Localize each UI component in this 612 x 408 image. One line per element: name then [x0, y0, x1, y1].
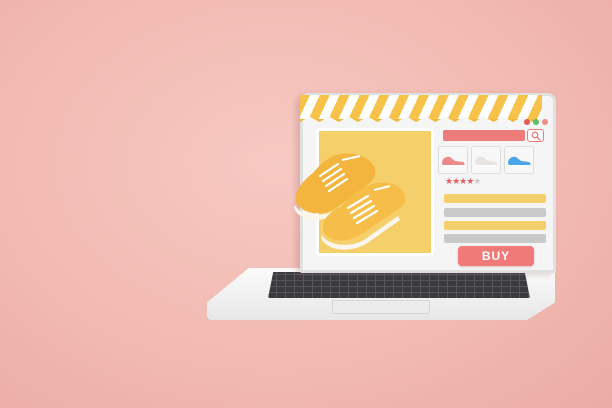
thumbnail-white-sneaker[interactable]: [471, 146, 501, 174]
info-bar-yellow: [444, 194, 546, 203]
info-bar-yellow: [444, 221, 546, 230]
search-input[interactable]: [443, 130, 525, 141]
green-dot-icon: [533, 119, 539, 125]
shop-awning: [300, 95, 542, 122]
product-thumbnails: [438, 146, 534, 174]
pink-dot-icon: [542, 119, 548, 125]
sneakers-image: [294, 153, 406, 250]
thumbnail-blue-sneaker[interactable]: [504, 146, 534, 174]
sneaker-icon: [508, 156, 531, 167]
star-rating: ★★★★★: [445, 176, 481, 186]
info-bar-gray: [444, 234, 546, 243]
search-icon: [531, 131, 541, 141]
red-dot-icon: [524, 119, 530, 125]
search-button[interactable]: [527, 129, 544, 142]
buy-button[interactable]: BUY: [458, 246, 534, 266]
scene: ★★★★★ BUY: [0, 0, 612, 408]
info-bar-gray: [444, 208, 546, 217]
sneaker-icon: [475, 156, 498, 167]
window-dots: [524, 119, 548, 125]
sneaker-icon: [442, 156, 465, 167]
thumbnail-pink-sneaker[interactable]: [438, 146, 468, 174]
laptop-keyboard: [268, 272, 530, 298]
star-empty-icon: ★: [473, 176, 481, 186]
laptop-trackpad: [332, 300, 430, 314]
